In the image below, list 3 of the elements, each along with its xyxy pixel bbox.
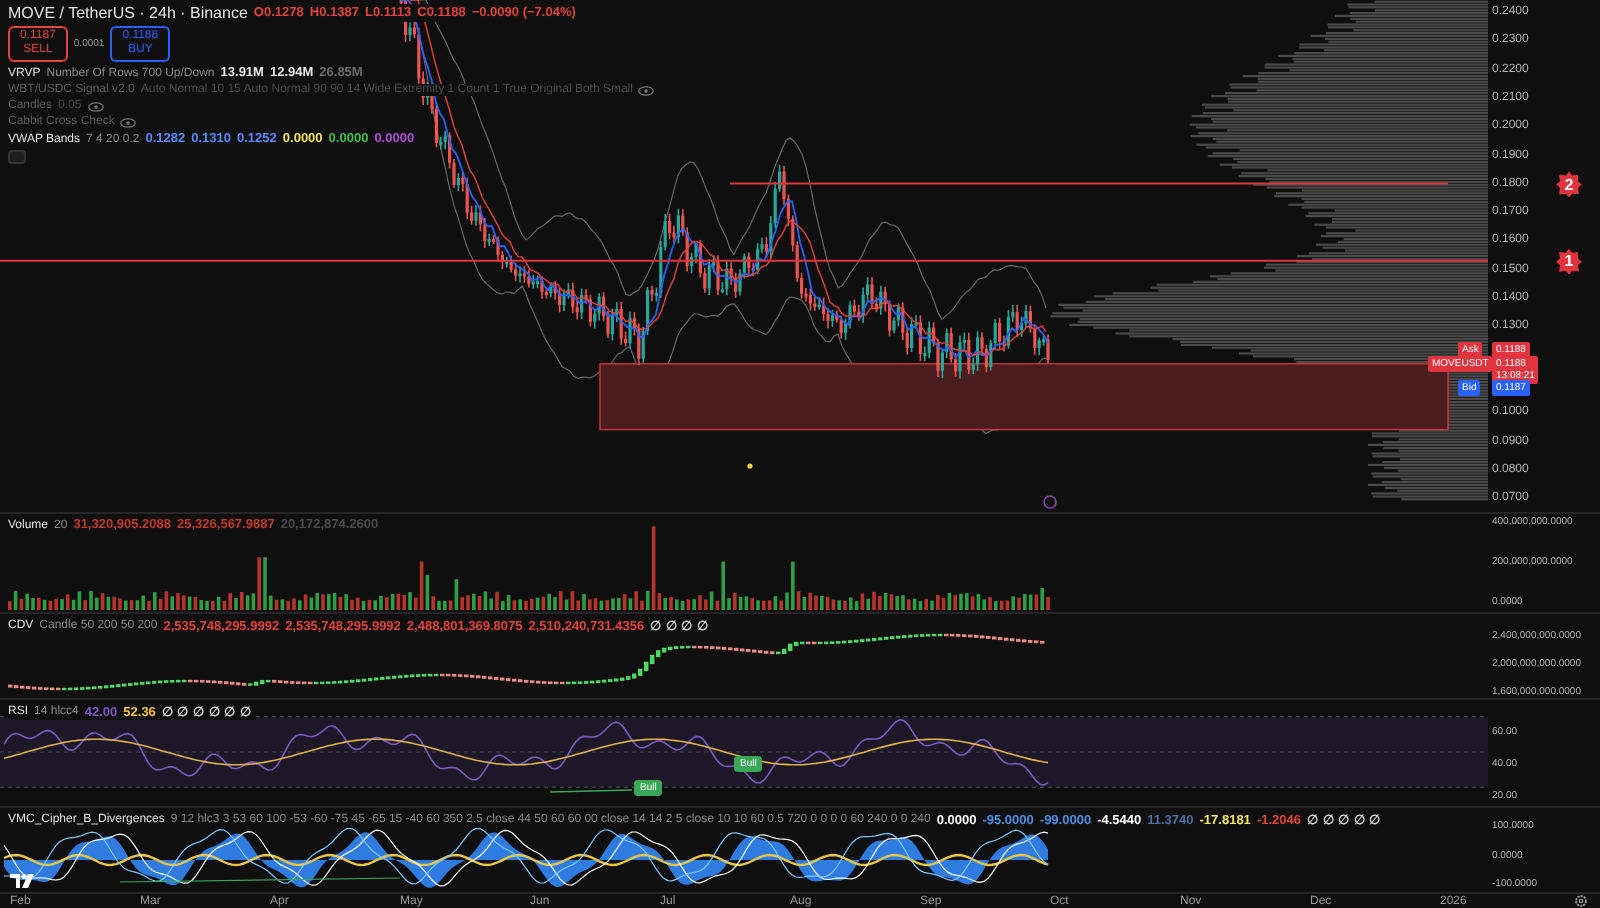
marker-badge: 2 [1556, 171, 1582, 198]
symbol-title: MOVE / TetherUS · 24h · Binance [8, 4, 248, 22]
marker-badge: 1 [1556, 248, 1582, 275]
